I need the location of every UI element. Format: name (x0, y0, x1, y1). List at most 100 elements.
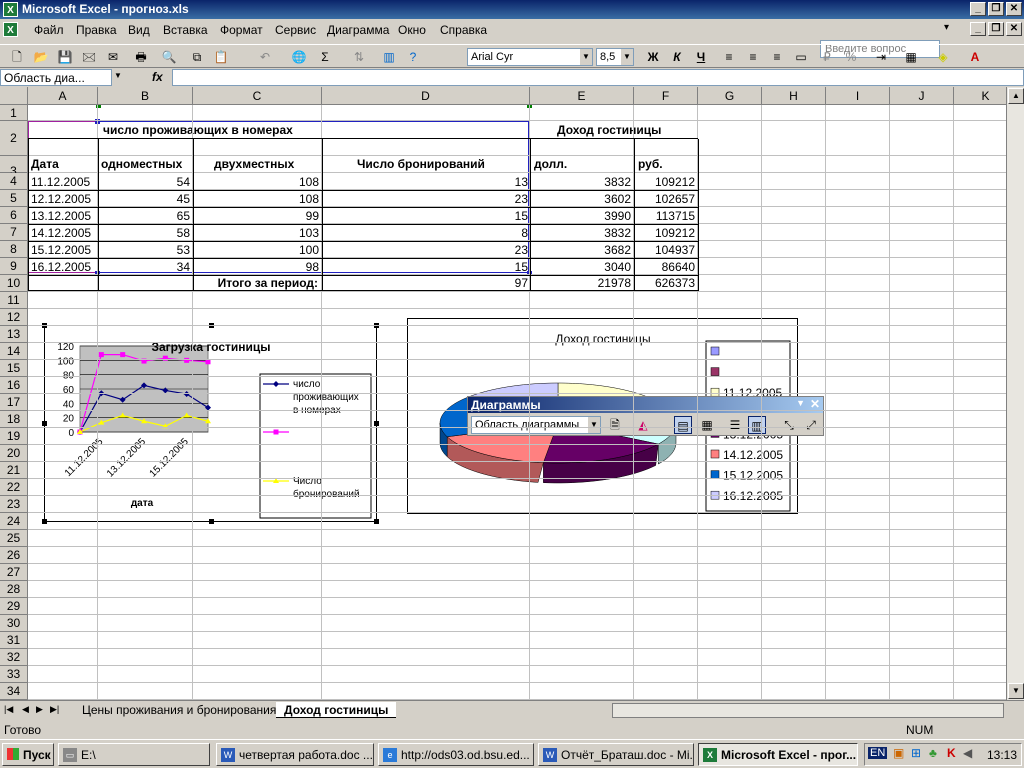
data-point[interactable] (120, 352, 126, 358)
chart-wizard-icon[interactable]: ▥ (380, 48, 398, 66)
row-header-28[interactable]: 28 (0, 581, 28, 598)
help-icon[interactable]: ? (404, 48, 422, 66)
angle-text-down-icon[interactable]: ⤡ (780, 416, 798, 434)
chart-handle[interactable] (42, 519, 47, 524)
row-header-31[interactable]: 31 (0, 632, 28, 649)
underline-button[interactable]: Ч (692, 48, 710, 66)
doc-minimize-button[interactable]: _ (970, 22, 986, 36)
restore-button[interactable]: ❐ (988, 2, 1004, 16)
cell-bookings[interactable]: 23 (325, 242, 528, 258)
data-point[interactable] (205, 359, 211, 365)
currency-icon[interactable]: ₽ (818, 48, 836, 66)
cell-date[interactable]: 12.12.2005 (31, 191, 98, 207)
menu-help[interactable]: Справка (440, 23, 487, 37)
doc-close-button[interactable]: ✕ (1006, 22, 1022, 36)
tray-network-icon[interactable]: ⊞ (911, 746, 921, 760)
copy-icon[interactable]: ⧉ (188, 48, 206, 66)
menu-tools[interactable]: Сервис (275, 23, 316, 37)
row-header-25[interactable]: 25 (0, 530, 28, 547)
scroll-up-icon[interactable]: ▲ (1008, 88, 1024, 104)
chart-object-select[interactable]: Область диаграммы ▼ (471, 416, 601, 434)
paste-icon[interactable]: 📋 (212, 48, 230, 66)
close-icon[interactable]: ✕ (810, 397, 820, 411)
chart-handle[interactable] (374, 519, 379, 524)
indent-icon[interactable]: ⇥ (872, 48, 890, 66)
column-header-f[interactable]: F (634, 87, 698, 105)
chevron-down-icon[interactable]: ▼ (796, 398, 805, 408)
row-header-24[interactable]: 24 (0, 513, 28, 530)
row-header-6[interactable]: 6 (0, 207, 28, 224)
cell-single[interactable]: 34 (101, 259, 190, 275)
column-header-b[interactable]: B (98, 87, 193, 105)
research-icon[interactable]: 🔍 (160, 48, 178, 66)
cell-rub[interactable]: 109212 (638, 174, 695, 190)
column-header-d[interactable]: D (322, 87, 530, 105)
cell-bookings[interactable]: 23 (325, 191, 528, 207)
row-header-20[interactable]: 20 (0, 445, 28, 462)
task-word-doc-2[interactable]: W Отчёт_Браташ.doc - Mi... (538, 743, 694, 766)
row-header-12[interactable]: 12 (0, 309, 28, 326)
tray-app-icon[interactable]: ▣ (893, 746, 904, 760)
cell-usd[interactable]: 3682 (534, 242, 631, 258)
column-header-e[interactable]: E (530, 87, 634, 105)
cell-double[interactable]: 108 (196, 191, 319, 207)
font-size-select[interactable]: 8,5 ▼ (596, 48, 634, 66)
vertical-scrollbar[interactable]: ▲ ▼ (1006, 87, 1024, 700)
permission-icon[interactable]: 🖂 (80, 48, 98, 66)
borders-icon[interactable]: ▦ (902, 48, 920, 66)
menu-format[interactable]: Формат (220, 23, 263, 37)
language-indicator[interactable]: EN (868, 747, 888, 759)
autosum-icon[interactable]: Σ (316, 48, 334, 66)
column-header-a[interactable]: A (28, 87, 98, 105)
print-icon[interactable]: 🖶 (132, 48, 150, 66)
tray-security-icon[interactable]: ♣ (929, 746, 937, 760)
cell-bookings[interactable]: 15 (325, 259, 528, 275)
chart-handle[interactable] (209, 519, 214, 524)
cell-date[interactable]: 13.12.2005 (31, 208, 98, 224)
menu-insert[interactable]: Вставка (163, 23, 208, 37)
row-header-15[interactable]: 15 (0, 360, 28, 377)
cell-bookings[interactable]: 8 (325, 225, 528, 241)
by-column-icon[interactable]: ▥ (748, 416, 766, 434)
menu-edit[interactable]: Правка (76, 23, 117, 37)
percent-icon[interactable]: % (842, 48, 860, 66)
row-header-27[interactable]: 27 (0, 564, 28, 581)
cell-usd[interactable]: 3990 (534, 208, 631, 224)
merge-center-icon[interactable]: ▭ (792, 48, 810, 66)
row-header-21[interactable]: 21 (0, 462, 28, 479)
row-header-34[interactable]: 34 (0, 683, 28, 700)
row-header-18[interactable]: 18 (0, 411, 28, 428)
task-word-doc-1[interactable]: Wчетвертая работа.doc ... (216, 743, 374, 766)
menu-view[interactable]: Вид (128, 23, 150, 37)
scroll-down-icon[interactable]: ▼ (1008, 683, 1024, 699)
italic-button[interactable]: К (668, 48, 686, 66)
row-header-5[interactable]: 5 (0, 190, 28, 207)
cell-single[interactable]: 53 (101, 242, 190, 258)
cell-double[interactable]: 98 (196, 259, 319, 275)
prev-sheet-icon[interactable]: ◀ (22, 704, 29, 715)
cell-bookings[interactable]: 13 (325, 174, 528, 190)
cell-double[interactable]: 108 (196, 174, 319, 190)
data-point[interactable] (98, 352, 104, 358)
cell-rub[interactable]: 109212 (638, 225, 695, 241)
insert-function-icon[interactable]: fx (152, 70, 163, 84)
row-header-8[interactable]: 8 (0, 241, 28, 258)
row-header-29[interactable]: 29 (0, 598, 28, 615)
task-excel[interactable]: X Microsoft Excel - прог... (698, 743, 858, 766)
save-icon[interactable]: 💾 (56, 48, 74, 66)
column-header-g[interactable]: G (698, 87, 762, 105)
line-chart[interactable]: 120 100 80 60 40 20 0 Загрузка гостиницы 11.12.2… (42, 323, 379, 524)
by-row-icon[interactable]: ☰ (726, 416, 744, 434)
menu-window[interactable]: Окно (398, 23, 426, 37)
cell-double[interactable]: 100 (196, 242, 319, 258)
minimize-button[interactable]: _ (970, 2, 986, 16)
chart-handle[interactable] (374, 421, 379, 426)
cell-date[interactable]: 14.12.2005 (31, 225, 98, 241)
cell-single[interactable]: 45 (101, 191, 190, 207)
cell-double[interactable]: 99 (196, 208, 319, 224)
row-header-9[interactable]: 9 (0, 258, 28, 275)
row-header-13[interactable]: 13 (0, 326, 28, 343)
task-drive-e[interactable]: ▭ E:\ (58, 743, 210, 766)
row-header-16[interactable]: 16 (0, 377, 28, 394)
row-header-7[interactable]: 7 (0, 224, 28, 241)
